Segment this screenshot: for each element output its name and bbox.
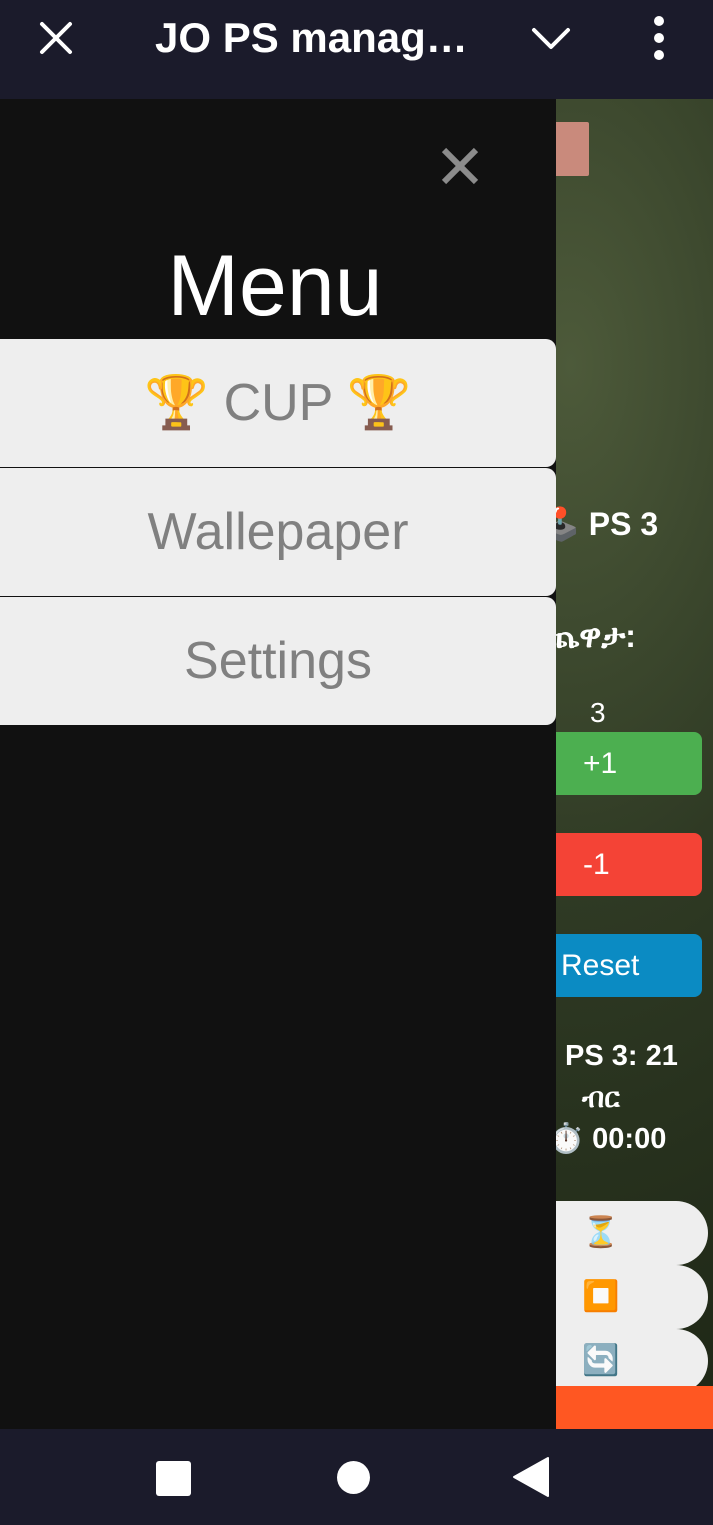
orange-bar[interactable]	[540, 1386, 713, 1429]
system-nav-bar	[0, 1429, 713, 1525]
menu-item-cup[interactable]: 🏆 CUP 🏆	[0, 339, 556, 467]
reset-button[interactable]: Reset	[535, 934, 702, 997]
chevron-down-icon[interactable]	[530, 20, 572, 56]
close-icon[interactable]	[36, 18, 76, 58]
decrement-button[interactable]: -1	[535, 833, 702, 896]
hourglass-button[interactable]: ⏳	[540, 1201, 708, 1265]
nav-recents-icon[interactable]	[156, 1461, 191, 1496]
currency-text: ብር	[582, 1082, 620, 1113]
timer-text: ⏱️ 00:00	[548, 1123, 667, 1155]
more-vert-icon[interactable]	[646, 14, 672, 62]
side-menu: Menu 🏆 CUP 🏆 Wallepaper Settings	[0, 99, 556, 1429]
top-app-bar: JO PS manag…	[0, 0, 713, 99]
gamepad-icon	[552, 122, 589, 176]
menu-title: Menu	[167, 238, 383, 334]
menu-item-wallpaper[interactable]: Wallepaper	[0, 468, 556, 596]
game-label: ጨዋታ:	[545, 618, 636, 654]
console-label: 🕹️ PS 3	[540, 506, 659, 542]
menu-item-settings[interactable]: Settings	[0, 597, 556, 725]
refresh-button[interactable]: 🔄	[540, 1329, 708, 1393]
price-text: PS 3: 21	[565, 1040, 678, 1072]
app-root: JO PS manag… 🕹️ PS 3 ጨዋታ: 3 +1 -1 Reset …	[0, 0, 713, 1525]
game-count: 3	[590, 697, 606, 728]
stop-button[interactable]: ⏹️	[540, 1265, 708, 1329]
app-title: JO PS manag…	[155, 14, 465, 61]
nav-home-icon[interactable]	[337, 1461, 370, 1494]
menu-close-icon[interactable]	[440, 146, 480, 186]
increment-button[interactable]: +1	[535, 732, 702, 795]
nav-back-icon[interactable]	[512, 1456, 550, 1498]
